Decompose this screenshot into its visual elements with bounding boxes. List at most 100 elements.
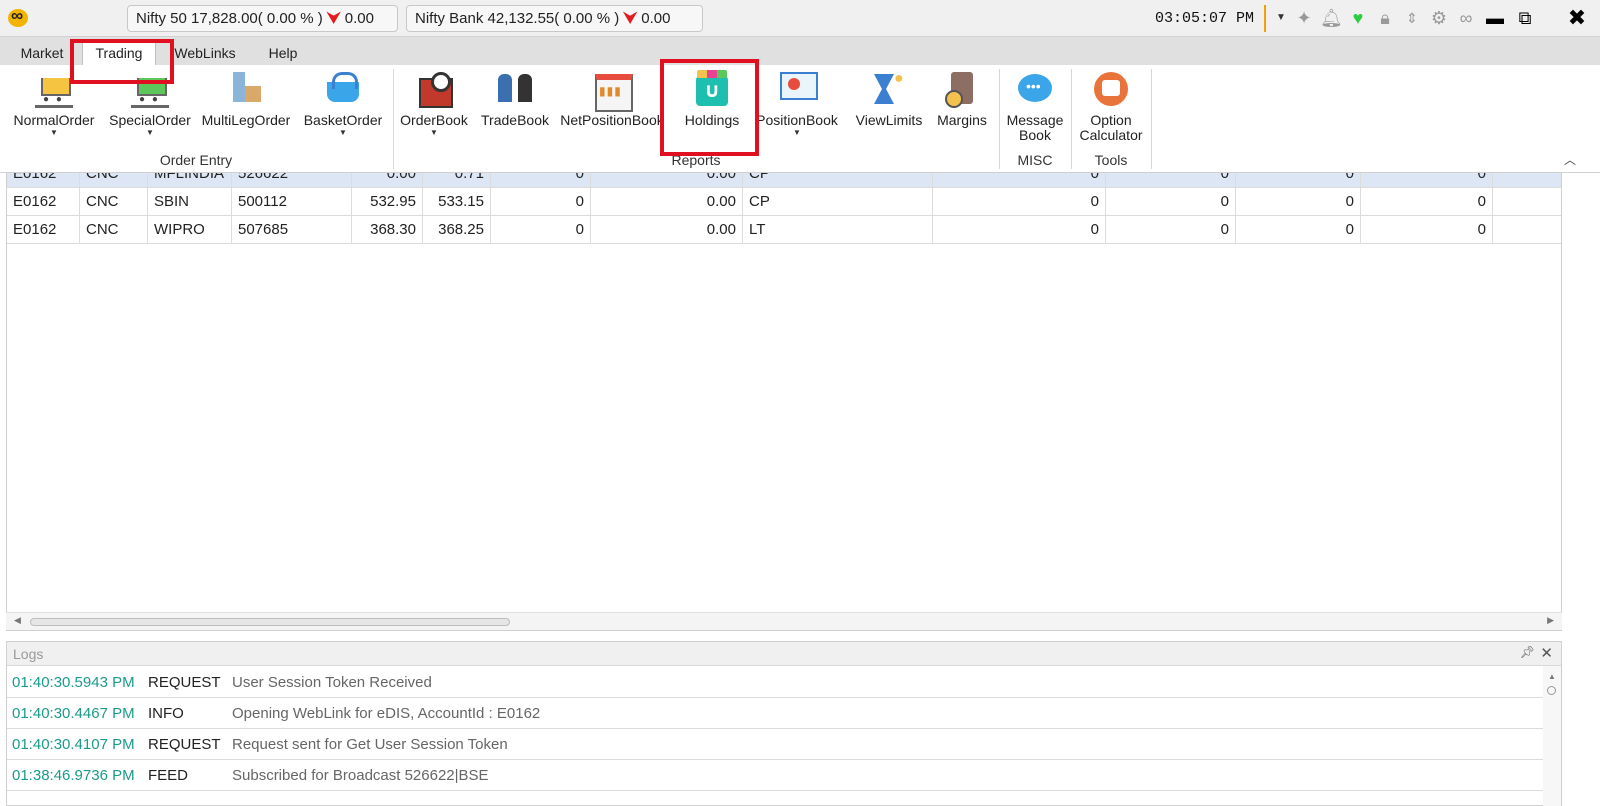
scrollbar-thumb[interactable] [30, 618, 510, 626]
button-label: SpecialOrder [109, 112, 191, 128]
order-book-button[interactable]: OrderBook ▼ [397, 65, 471, 155]
log-message: Subscribed for Broadcast 526622|BSE [232, 767, 489, 784]
trade-book-icon [496, 70, 534, 108]
cell-value: 0.00 [591, 188, 743, 216]
cell-value: 0.00 [591, 216, 743, 244]
button-label: ViewLimits [855, 112, 923, 128]
presentation-board-icon [778, 70, 818, 108]
holdings-grid[interactable]: E0162 CNC MFLINDIA 526622 0.00 0.71 0 0.… [6, 173, 1562, 631]
heartbeat-icon[interactable]: ♥ [1347, 7, 1369, 29]
scroll-up-icon[interactable]: ▲ [1548, 672, 1556, 681]
close-icon[interactable]: ✕ [1540, 644, 1553, 662]
cell-value: 368.25 [423, 216, 491, 244]
group-label-tools: Tools [1094, 152, 1128, 168]
button-label-line-2: Book [1019, 127, 1051, 143]
cell-status: CP [743, 188, 933, 216]
log-type: FEED [148, 767, 189, 784]
cell-value: 368.30 [352, 216, 423, 244]
tab-help[interactable]: Help [258, 43, 308, 65]
ticker-nifty-50[interactable]: Nifty 50 17,828.00( 0.00 % ) ⮟ 0.00 [127, 5, 398, 32]
highlight-holdings-button [660, 59, 759, 156]
cart-icon [35, 70, 73, 108]
chevron-down-icon: ▼ [430, 128, 438, 137]
multi-leg-order-button[interactable]: MultiLegOrder [198, 65, 294, 155]
basket-order-button[interactable]: BasketOrder ▼ [300, 65, 386, 155]
net-position-book-button[interactable]: NetPositionBook [558, 65, 666, 155]
magic-wand-icon[interactable]: ✦ [1293, 7, 1315, 29]
table-row[interactable]: E0162 CNC SBIN 500112 532.95 533.15 0 0.… [7, 188, 1561, 216]
cell-symbol: MFLINDIA [148, 173, 232, 188]
ribbon-collapse-icon[interactable]: ︿ [1564, 151, 1576, 168]
cell-value: 0 [491, 188, 591, 216]
chevron-down-icon: ▼ [339, 128, 347, 137]
cell-value: 0 [1106, 188, 1236, 216]
down-arrow-icon: ⮟ [623, 10, 638, 27]
app-logo-icon[interactable] [8, 6, 28, 27]
close-icon[interactable]: ✖ [1566, 7, 1588, 29]
restore-icon[interactable]: ⧉ [1514, 7, 1536, 29]
button-label-line-2: Calculator [1079, 127, 1143, 143]
tab-market[interactable]: Market [12, 43, 72, 65]
button-label: NormalOrder [13, 112, 95, 128]
cell-value: 0 [933, 188, 1106, 216]
chevron-down-icon: ▼ [146, 128, 154, 137]
clock: 03:05:07 PM [1155, 10, 1255, 27]
scroll-left-icon[interactable]: ◀ [14, 615, 21, 626]
button-label: TradeBook [481, 112, 549, 128]
scroll-right-icon[interactable]: ▶ [1547, 615, 1554, 626]
logs-panel: Logs 📌︎ ✕ 01:40:30.5943 PM REQUEST User … [6, 641, 1562, 806]
cell-value: 0 [1236, 173, 1361, 188]
cell-value: 533.15 [423, 188, 491, 216]
cell-token: 507685 [232, 216, 352, 244]
cell-value: 0 [1106, 216, 1236, 244]
cell-value: 0 [933, 173, 1106, 188]
cell-value: 532.95 [352, 188, 423, 216]
trade-book-button[interactable]: TradeBook [476, 65, 554, 155]
ticker-nifty-bank[interactable]: Nifty Bank 42,132.55( 0.00 % ) ⮟ 0.00 [406, 5, 703, 32]
table-row[interactable]: E0162 CNC WIPRO 507685 368.30 368.25 0 0… [7, 216, 1561, 244]
bell-icon[interactable]: 🔔︎ [1320, 7, 1343, 29]
position-book-button[interactable]: PositionBook ▼ [752, 65, 842, 155]
horizontal-scrollbar[interactable]: ◀ ▶ [6, 612, 1562, 630]
cell-account: E0162 [7, 188, 80, 216]
menu-bar: Market Trading WebLinks Help [0, 37, 1600, 65]
ticker-name: Nifty 50 [136, 10, 187, 27]
dropdown-icon[interactable]: ▼ [1270, 7, 1292, 29]
title-bar: Nifty 50 17,828.00( 0.00 % ) ⮟ 0.00 Nift… [0, 0, 1600, 37]
button-label: Margins [937, 112, 987, 128]
highlight-trading-tab [70, 39, 174, 84]
button-label: NetPositionBook [560, 112, 664, 128]
tab-weblinks[interactable]: WebLinks [170, 43, 240, 65]
logs-header: Logs 📌︎ ✕ [7, 642, 1561, 666]
cell-token: 526622 [232, 173, 352, 188]
minimize-icon[interactable]: ▬ [1484, 7, 1506, 29]
lock-icon[interactable]: 🔒︎ [1374, 7, 1396, 29]
ribbon: NormalOrder ▼ SpecialOrder ▼ MultiLegOrd… [0, 65, 1600, 173]
option-calculator-button[interactable]: Option Calculator [1074, 65, 1148, 155]
ticker-value: 17,828.00( 0.00 % ) [191, 10, 323, 27]
ticker-name: Nifty Bank [415, 10, 484, 27]
margins-button[interactable]: Margins [932, 65, 992, 155]
divider [393, 69, 394, 169]
log-time: 01:40:30.5943 PM [12, 674, 135, 691]
pin-icon[interactable]: 📌︎ [1520, 645, 1535, 659]
scrollbar-thumb[interactable] [1547, 686, 1556, 695]
gear-icon[interactable]: ⚙ [1428, 7, 1450, 29]
sort-arrows-icon[interactable]: ⇕ [1401, 7, 1423, 29]
order-book-icon [415, 70, 453, 108]
chat-bubble-icon [1016, 70, 1054, 108]
ticker-change: 0.00 [344, 10, 374, 27]
calculator-icon [1092, 70, 1130, 108]
message-book-button[interactable]: Message Book [1002, 65, 1068, 155]
group-label-misc: MISC [1017, 152, 1053, 168]
down-arrow-icon: ⮟ [326, 10, 341, 27]
vertical-scrollbar[interactable]: ▲ [1543, 666, 1561, 806]
divider [999, 69, 1000, 169]
cell-value: 0 [933, 216, 1106, 244]
hourglass-icon [870, 70, 908, 108]
button-label: BasketOrder [303, 112, 383, 128]
ticker-change: 0.00 [641, 10, 671, 27]
view-limits-button[interactable]: ViewLimits [852, 65, 926, 155]
link-icon[interactable]: ∞ [1455, 7, 1477, 29]
table-row[interactable]: E0162 CNC MFLINDIA 526622 0.00 0.71 0 0.… [7, 173, 1561, 188]
